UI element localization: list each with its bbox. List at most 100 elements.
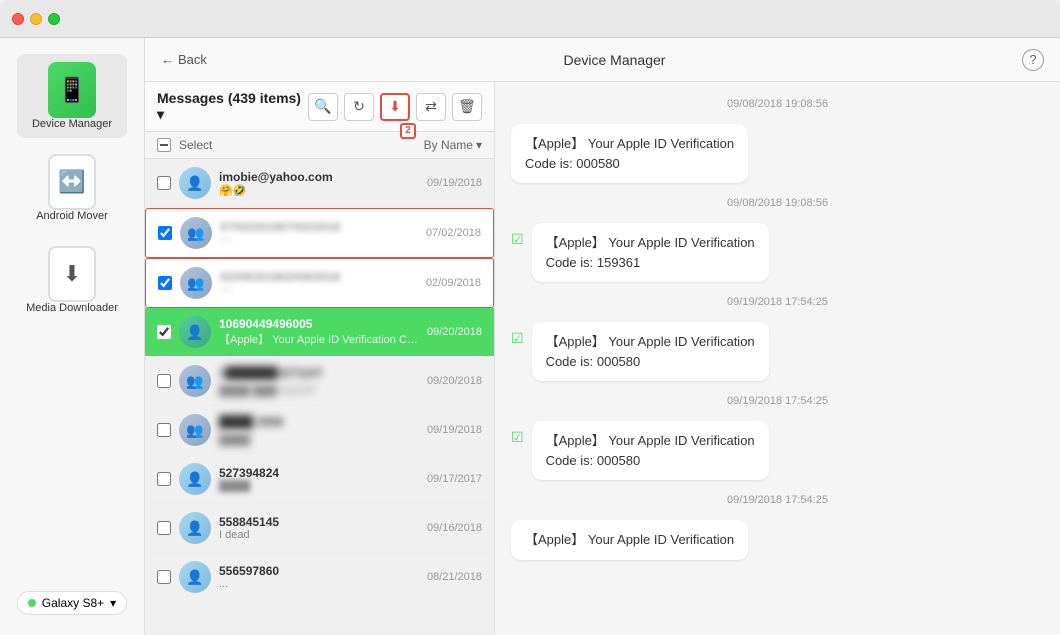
messages-title: Messages (439 items) ▾	[157, 90, 308, 123]
message-content: 527394824 ████	[219, 466, 419, 492]
right-panel: 09/08/2018 19:08:56 【Apple】 Your Apple I…	[495, 82, 1060, 635]
sidebar-item-device-manager-label: Device Manager	[32, 118, 112, 130]
message-content: ████ 2958 ████	[219, 415, 419, 446]
sidebar-item-media-downloader[interactable]: ⬇ Media Downloader	[17, 238, 127, 322]
message-list: 👤 imobie@yahoo.com 🤗🤣 09/19/2018 1 👥	[145, 159, 494, 635]
help-icon: ?	[1029, 52, 1036, 67]
chat-bubble: 【Apple】 Your Apple ID VerificationCode i…	[532, 322, 769, 381]
sender-name: ████ 2958	[219, 415, 283, 429]
app-body: 📱 Device Manager ↔️ Android Mover ⬇ Medi…	[0, 38, 1060, 635]
message-content: 07/02/201807/02/2018 —	[220, 220, 418, 246]
list-item[interactable]: 👤 10690449496005 【Apple】 Your Apple ID V…	[145, 308, 494, 357]
message-preview: —	[220, 234, 418, 246]
minimize-button[interactable]	[30, 13, 42, 25]
convert-icon: ⇄	[425, 98, 437, 115]
back-arrow-icon: ←	[161, 52, 174, 67]
back-button[interactable]: ← Back	[161, 52, 207, 67]
sender-name: 02/09/201802/09/2018	[220, 270, 418, 284]
message-checkbox[interactable]	[158, 276, 172, 290]
search-button[interactable]: 🔍	[308, 93, 338, 121]
list-header: Select By Name ▾	[145, 132, 494, 159]
export-icon: ⬇	[389, 98, 401, 115]
convert-button[interactable]: ⇄	[416, 93, 446, 121]
select-all-checkbox[interactable]	[157, 138, 171, 152]
sidebar: 📱 Device Manager ↔️ Android Mover ⬇ Medi…	[0, 38, 145, 635]
message-content: 556597860 ...	[219, 564, 419, 590]
chat-message-row: ☑ 【Apple】 Your Apple ID VerificationCode…	[511, 322, 1044, 381]
message-date: 02/09/2018	[426, 277, 481, 289]
message-checkbox[interactable]	[157, 570, 171, 584]
refresh-button[interactable]: ↻	[344, 93, 374, 121]
export-button-wrapper: ⬇ 2	[380, 93, 410, 121]
avatar: 👤	[179, 463, 211, 495]
message-date: 09/17/2017	[427, 473, 482, 485]
list-item[interactable]: 1 👥 07/02/201807/02/2018 — 07/02/2018	[145, 208, 494, 258]
delete-button[interactable]: 🗑	[452, 93, 482, 121]
message-date: 09/20/2018	[427, 375, 482, 387]
message-checkbox[interactable]	[158, 226, 172, 240]
avatar: 👥	[180, 267, 212, 299]
sidebar-item-android-mover[interactable]: ↔️ Android Mover	[17, 146, 127, 230]
chat-message-row: ☑ 【Apple】 Your Apple ID VerificationCode…	[511, 223, 1044, 282]
select-label: Select	[179, 138, 212, 152]
message-date: 07/02/2018	[426, 227, 481, 239]
message-checkbox[interactable]	[157, 423, 171, 437]
sidebar-item-android-mover-label: Android Mover	[36, 210, 108, 222]
chat-message-row: 【Apple】 Your Apple ID Verification	[511, 520, 1044, 560]
messages-toolbar: Messages (439 items) ▾ 🔍 ↻ ⬇	[145, 82, 494, 132]
sidebar-item-media-downloader-label: Media Downloader	[26, 302, 118, 314]
message-preview: 【Apple】 Your Apple ID Verification Code …	[219, 331, 419, 347]
list-item[interactable]: 👤 imobie@yahoo.com 🤗🤣 09/19/2018	[145, 159, 494, 208]
maximize-button[interactable]	[48, 13, 60, 25]
device-badge[interactable]: Galaxy S8+ ▾	[17, 591, 127, 615]
chat-bubble: 【Apple】 Your Apple ID VerificationCode i…	[532, 421, 769, 480]
message-preview: ████ ███ 916237	[219, 385, 419, 397]
android-mover-icon: ↔️	[48, 154, 96, 210]
avatar: 👤	[179, 167, 211, 199]
message-content: 1██████5271107 ████ ███ 916237	[219, 366, 419, 397]
list-item[interactable]: 👤 558845145 I dead 09/16/2018	[145, 504, 494, 553]
list-item[interactable]: 👥 ████ 2958 ████ 09/19/2018	[145, 406, 494, 455]
device-connected-dot	[28, 599, 36, 607]
chat-bubble: 【Apple】 Your Apple ID VerificationCode i…	[511, 124, 748, 183]
sidebar-item-device-manager[interactable]: 📱 Device Manager	[17, 54, 127, 138]
chat-timestamp: 09/19/2018 17:54:25	[511, 296, 1044, 308]
message-checkbox[interactable]	[157, 325, 171, 339]
message-date: 09/20/2018	[427, 326, 482, 338]
avatar: 👥	[179, 414, 211, 446]
message-checkbox[interactable]	[157, 472, 171, 486]
close-button[interactable]	[12, 13, 24, 25]
message-checkbox[interactable]	[157, 374, 171, 388]
title-bar	[0, 0, 1060, 38]
message-checkbox[interactable]	[157, 176, 171, 190]
sort-dropdown[interactable]: By Name ▾	[424, 138, 482, 152]
refresh-icon: ↻	[353, 98, 365, 115]
content-area: ← Back Device Manager ? Messages (439 it…	[145, 38, 1060, 635]
chat-timestamp: 09/08/2018 19:08:56	[511, 197, 1044, 209]
avatar: 👥	[179, 365, 211, 397]
message-preview: ████	[219, 480, 419, 492]
sender-name: 558845145	[219, 515, 419, 529]
avatar: 👤	[179, 316, 211, 348]
message-preview: ...	[219, 578, 419, 590]
message-checkbox[interactable]	[157, 521, 171, 535]
list-item[interactable]: 👤 527394824 ████ 09/17/2017	[145, 455, 494, 504]
list-item[interactable]: 👥 1██████5271107 ████ ███ 916237 09/20/2…	[145, 357, 494, 406]
message-check-icon: ☑	[511, 330, 524, 347]
nav-title: Device Manager	[207, 52, 1022, 68]
toolbar-actions: 🔍 ↻ ⬇ 2 ⇄	[308, 93, 482, 121]
sender-name: 1██████5271107	[219, 366, 323, 380]
message-date: 09/19/2018	[427, 424, 482, 436]
list-item[interactable]: 👤 556597860 ... 08/21/2018	[145, 553, 494, 602]
nav-bar: ← Back Device Manager ?	[145, 38, 1060, 82]
search-icon: 🔍	[314, 98, 331, 115]
help-button[interactable]: ?	[1022, 49, 1044, 71]
chat-timestamp: 09/19/2018 17:54:25	[511, 494, 1044, 506]
device-manager-icon: 📱	[48, 62, 96, 118]
avatar: 👥	[180, 217, 212, 249]
list-item[interactable]: 👥 02/09/201802/09/2018 — 02/09/2018	[145, 258, 494, 308]
export-button[interactable]: ⬇	[380, 93, 410, 121]
message-content: imobie@yahoo.com 🤗🤣	[219, 170, 419, 197]
message-preview: —	[220, 284, 418, 296]
message-content: 02/09/201802/09/2018 —	[220, 270, 418, 296]
